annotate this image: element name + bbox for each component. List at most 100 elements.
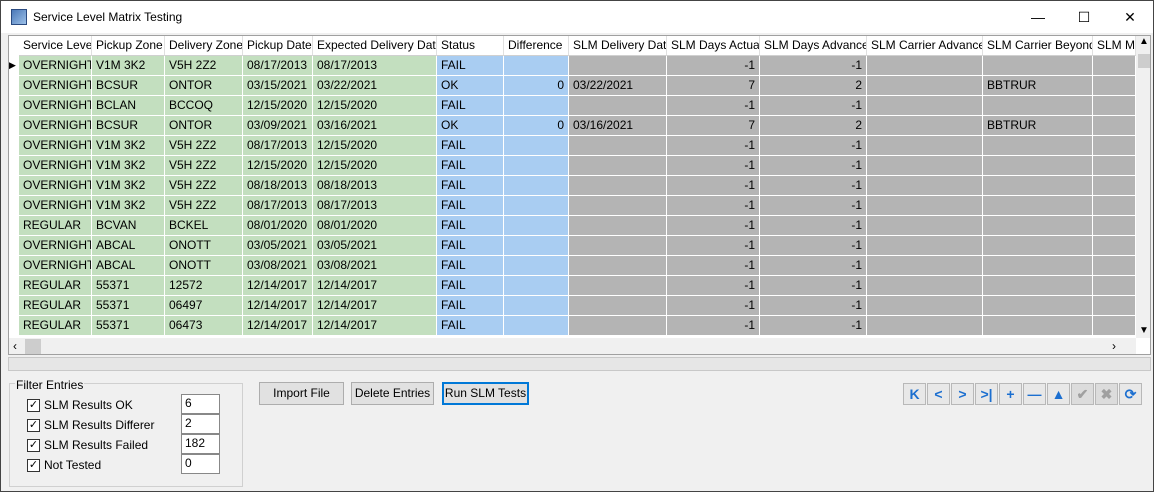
table-cell[interactable]: -1	[760, 96, 867, 116]
post-edit-icon[interactable]: ✔	[1071, 383, 1094, 405]
table-cell[interactable]: FAIL	[437, 296, 504, 316]
table-cell[interactable]: FAIL	[437, 96, 504, 116]
column-header[interactable]: Status	[437, 36, 504, 56]
table-cell[interactable]: FAIL	[437, 176, 504, 196]
table-cell[interactable]: -1	[667, 256, 760, 276]
table-cell[interactable]	[983, 96, 1093, 116]
table-cell[interactable]	[569, 216, 667, 236]
table-cell[interactable]	[867, 156, 983, 176]
table-cell[interactable]: BCSUR	[92, 116, 165, 136]
table-cell[interactable]: OK	[437, 116, 504, 136]
table-cell[interactable]	[504, 276, 569, 296]
table-cell[interactable]: OVERNIGHT	[19, 116, 92, 136]
table-cell[interactable]: 08/17/2013	[313, 56, 437, 76]
table-cell[interactable]	[569, 136, 667, 156]
table-cell[interactable]	[867, 256, 983, 276]
table-cell[interactable]	[867, 136, 983, 156]
column-header[interactable]: Delivery Zone	[165, 36, 243, 56]
table-cell[interactable]: OVERNIGHT	[19, 56, 92, 76]
table-cell[interactable]	[504, 156, 569, 176]
table-cell[interactable]: FAIL	[437, 56, 504, 76]
column-header[interactable]: SLM Days Actual	[667, 36, 760, 56]
table-row[interactable]: OVERNIGHT V1M 3K2 V5H 2Z2 08/18/2013 08/18/2…	[9, 176, 1136, 196]
table-cell[interactable]	[1093, 276, 1136, 296]
table-cell[interactable]: -1	[667, 156, 760, 176]
table-cell[interactable]: 12572	[165, 276, 243, 296]
first-record-icon[interactable]: K	[903, 383, 926, 405]
table-cell[interactable]: 03/16/2021	[313, 116, 437, 136]
table-cell[interactable]: 03/08/2021	[243, 256, 313, 276]
scroll-right-icon[interactable]: ›	[1112, 339, 1116, 353]
table-cell[interactable]	[504, 316, 569, 336]
table-cell[interactable]: ABCAL	[92, 236, 165, 256]
table-cell[interactable]: 2	[760, 116, 867, 136]
table-cell[interactable]	[504, 136, 569, 156]
table-cell[interactable]: FAIL	[437, 316, 504, 336]
table-cell[interactable]: 03/22/2021	[569, 76, 667, 96]
table-row[interactable]: OVERNIGHT ABCAL ONOTT 03/08/2021 03/08/2021 F…	[9, 256, 1136, 276]
table-row[interactable]: OVERNIGHT V1M 3K2 V5H 2Z2 08/17/2013 08/17/2…	[9, 196, 1136, 216]
table-cell[interactable]: V5H 2Z2	[165, 176, 243, 196]
table-cell[interactable]: 55371	[92, 276, 165, 296]
table-cell[interactable]: 12/14/2017	[313, 316, 437, 336]
table-cell[interactable]	[1093, 76, 1136, 96]
minimize-button[interactable]: —	[1015, 1, 1061, 33]
table-cell[interactable]: BBTRUR	[983, 76, 1093, 96]
scroll-left-icon[interactable]: ‹	[13, 339, 17, 353]
table-cell[interactable]: -1	[760, 316, 867, 336]
table-cell[interactable]	[569, 276, 667, 296]
table-row[interactable]: OVERNIGHT V1M 3K2 V5H 2Z2 08/17/2013 12/15/2…	[9, 136, 1136, 156]
column-header[interactable]: SLM Carrier Beyond	[983, 36, 1093, 56]
table-cell[interactable]: V1M 3K2	[92, 136, 165, 156]
table-cell[interactable]	[1093, 316, 1136, 336]
table-cell[interactable]	[983, 216, 1093, 236]
table-cell[interactable]: FAIL	[437, 236, 504, 256]
table-cell[interactable]	[569, 256, 667, 276]
table-cell[interactable]	[983, 56, 1093, 76]
close-button[interactable]: ✕	[1107, 1, 1153, 33]
table-cell[interactable]: 0	[504, 76, 569, 96]
table-cell[interactable]: V5H 2Z2	[165, 156, 243, 176]
table-cell[interactable]	[867, 276, 983, 296]
scroll-up-icon[interactable]: ▲	[1136, 36, 1150, 52]
table-row[interactable]: REGULAR 55371 06473 12/14/2017 12/14/2017 FAI…	[9, 316, 1136, 336]
table-cell[interactable]: 12/14/2017	[313, 276, 437, 296]
table-cell[interactable]: 08/01/2020	[243, 216, 313, 236]
table-cell[interactable]	[1093, 116, 1136, 136]
scroll-thumb[interactable]	[25, 339, 41, 354]
table-cell[interactable]: OK	[437, 76, 504, 96]
table-cell[interactable]: -1	[760, 156, 867, 176]
column-header[interactable]: Pickup Zone	[92, 36, 165, 56]
table-cell[interactable]: V1M 3K2	[92, 196, 165, 216]
filter-checkbox[interactable]: ✓ SLM Results Differer	[27, 418, 154, 432]
table-cell[interactable]: -1	[667, 216, 760, 236]
table-cell[interactable]	[1093, 156, 1136, 176]
refresh-icon[interactable]: ⟳	[1119, 383, 1142, 405]
table-cell[interactable]: -1	[760, 176, 867, 196]
checkbox-icon[interactable]: ✓	[27, 458, 40, 472]
table-cell[interactable]: -1	[760, 276, 867, 296]
table-cell[interactable]: 12/15/2020	[313, 136, 437, 156]
table-cell[interactable]: BCVAN	[92, 216, 165, 236]
table-cell[interactable]: 06497	[165, 296, 243, 316]
table-cell[interactable]	[983, 276, 1093, 296]
table-cell[interactable]	[867, 196, 983, 216]
table-cell[interactable]	[983, 316, 1093, 336]
table-cell[interactable]	[569, 176, 667, 196]
table-cell[interactable]: 08/01/2020	[313, 216, 437, 236]
column-header[interactable]: Service Level	[19, 36, 92, 56]
table-cell[interactable]: 03/22/2021	[313, 76, 437, 96]
table-cell[interactable]: -1	[760, 256, 867, 276]
table-cell[interactable]: 03/08/2021	[313, 256, 437, 276]
table-cell[interactable]	[569, 156, 667, 176]
table-cell[interactable]	[1093, 56, 1136, 76]
table-cell[interactable]: ONOTT	[165, 236, 243, 256]
prior-record-icon[interactable]: <	[927, 383, 950, 405]
data-grid[interactable]: ▲ ▼ ‹ › Service Level Pickup Zone Delivery…	[8, 35, 1151, 355]
table-cell[interactable]: ONTOR	[165, 116, 243, 136]
table-cell[interactable]	[569, 96, 667, 116]
table-cell[interactable]	[1093, 136, 1136, 156]
table-cell[interactable]	[569, 316, 667, 336]
column-header[interactable]: Expected Delivery Date	[313, 36, 437, 56]
table-row[interactable]: OVERNIGHT BCSUR ONTOR 03/15/2021 03/22/2021 O…	[9, 76, 1136, 96]
